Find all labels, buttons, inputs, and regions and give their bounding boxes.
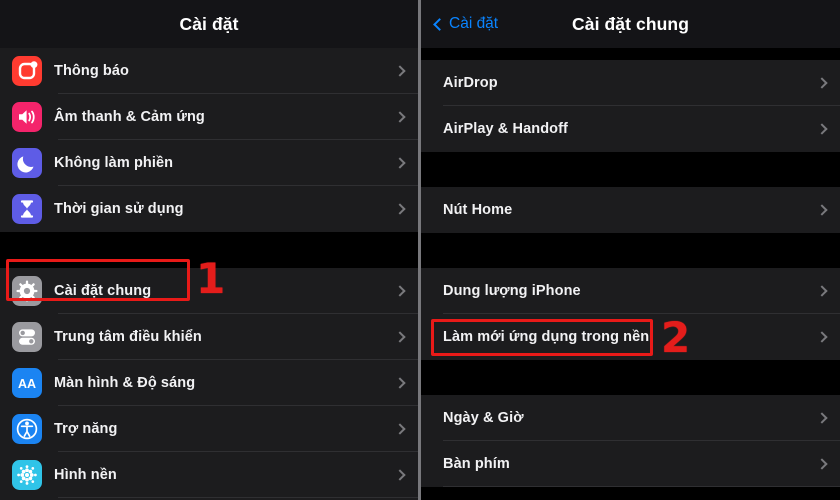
do-not-disturb-icon [12, 148, 42, 178]
svg-text:AA: AA [18, 377, 36, 391]
chevron-right-icon [816, 331, 828, 343]
row-separator [443, 486, 840, 487]
sounds-icon [12, 102, 42, 132]
settings-row-label: Thời gian sử dụng [54, 201, 184, 217]
chevron-right-icon [394, 469, 406, 481]
page-title: Cài đặt chung [572, 13, 689, 34]
settings-row-airplay-handoff[interactable]: AirPlay & Handoff [421, 106, 840, 152]
settings-row-airdrop[interactable]: AirDrop [421, 60, 840, 106]
settings-row-do-not-disturb[interactable]: Không làm phiền [0, 140, 418, 186]
back-button-label: Cài đặt [449, 15, 499, 32]
right-gap-1 [421, 152, 840, 187]
chevron-right-icon [394, 65, 406, 77]
settings-row-display-brightness[interactable]: AA Màn hình & Độ sáng [0, 360, 418, 406]
settings-row-label: Màn hình & Độ sáng [54, 375, 196, 391]
screen-time-icon [12, 194, 42, 224]
settings-row-label: Làm mới ứng dụng trong nền [443, 329, 650, 345]
right-group-sharing: AirDrop AirPlay & Handoff [421, 60, 840, 152]
right-gap-top [421, 48, 840, 60]
accessibility-icon [12, 414, 42, 444]
settings-row-wallpaper[interactable]: Hình nền [0, 452, 418, 498]
settings-row-label: Dung lượng iPhone [443, 283, 581, 299]
settings-row-notifications[interactable]: Thông báo [0, 48, 418, 94]
right-group-storage: Dung lượng iPhone Làm mới ứng dụng trong… [421, 268, 840, 360]
settings-row-iphone-storage[interactable]: Dung lượng iPhone [421, 268, 840, 314]
chevron-right-icon [816, 458, 828, 470]
settings-row-label: AirDrop [443, 75, 498, 91]
chevron-right-icon [816, 285, 828, 297]
display-brightness-icon: AA [12, 368, 42, 398]
settings-row-label: Trợ năng [54, 421, 118, 437]
chevron-left-icon [433, 17, 446, 31]
settings-row-accessibility[interactable]: Trợ năng [0, 406, 418, 452]
notifications-icon [12, 56, 42, 86]
settings-row-keyboard[interactable]: Bàn phím [421, 441, 840, 487]
settings-row-label: Không làm phiền [54, 155, 174, 171]
settings-row-date-time[interactable]: Ngày & Giờ [421, 395, 840, 441]
right-group-datetime: Ngày & Giờ Bàn phím [421, 395, 840, 487]
general-gear-icon [12, 276, 42, 306]
control-center-icon [12, 322, 42, 352]
back-button[interactable]: Cài đặt [433, 15, 499, 33]
general-settings-screen: Cài đặt Cài đặt chung AirDrop AirPlay & … [421, 0, 840, 500]
settings-row-background-app-refresh[interactable]: Làm mới ứng dụng trong nền [421, 314, 840, 360]
settings-row-label: AirPlay & Handoff [443, 121, 568, 137]
chevron-right-icon [394, 377, 406, 389]
left-group-gap [0, 232, 418, 268]
right-navbar: Cài đặt Cài đặt chung [421, 0, 840, 48]
left-group-2: Cài đặt chung Trung tâm điều khiển AA Mà… [0, 268, 418, 500]
settings-row-label: Nút Home [443, 202, 513, 218]
settings-row-label: Trung tâm điều khiển [54, 329, 202, 345]
chevron-right-icon [394, 111, 406, 123]
settings-row-label: Cài đặt chung [54, 283, 152, 299]
settings-row-label: Hình nền [54, 467, 117, 483]
chevron-right-icon [394, 203, 406, 215]
settings-row-label: Thông báo [54, 63, 129, 79]
right-group-home: Nút Home [421, 187, 840, 233]
settings-row-general[interactable]: Cài đặt chung [0, 268, 418, 314]
chevron-right-icon [816, 77, 828, 89]
chevron-right-icon [394, 331, 406, 343]
right-gap-2 [421, 233, 840, 268]
settings-row-label: Âm thanh & Cảm ứng [54, 109, 205, 125]
chevron-right-icon [816, 204, 828, 216]
settings-root-screen: Cài đặt Thông báo Âm thanh & Cảm ứng Khô… [0, 0, 418, 500]
page-title: Cài đặt [179, 13, 239, 34]
settings-row-label: Bàn phím [443, 456, 510, 472]
right-gap-3 [421, 360, 840, 395]
chevron-right-icon [394, 285, 406, 297]
chevron-right-icon [816, 123, 828, 135]
settings-row-home-button[interactable]: Nút Home [421, 187, 840, 233]
settings-row-sounds[interactable]: Âm thanh & Cảm ứng [0, 94, 418, 140]
chevron-right-icon [816, 412, 828, 424]
chevron-right-icon [394, 157, 406, 169]
chevron-right-icon [394, 423, 406, 435]
settings-row-screen-time[interactable]: Thời gian sử dụng [0, 186, 418, 232]
wallpaper-icon [12, 460, 42, 490]
left-group-1: Thông báo Âm thanh & Cảm ứng Không làm p… [0, 48, 418, 232]
settings-row-control-center[interactable]: Trung tâm điều khiển [0, 314, 418, 360]
settings-row-label: Ngày & Giờ [443, 410, 524, 426]
left-navbar: Cài đặt [0, 0, 418, 48]
tutorial-screenshot: Cài đặt Thông báo Âm thanh & Cảm ứng Khô… [0, 0, 840, 500]
